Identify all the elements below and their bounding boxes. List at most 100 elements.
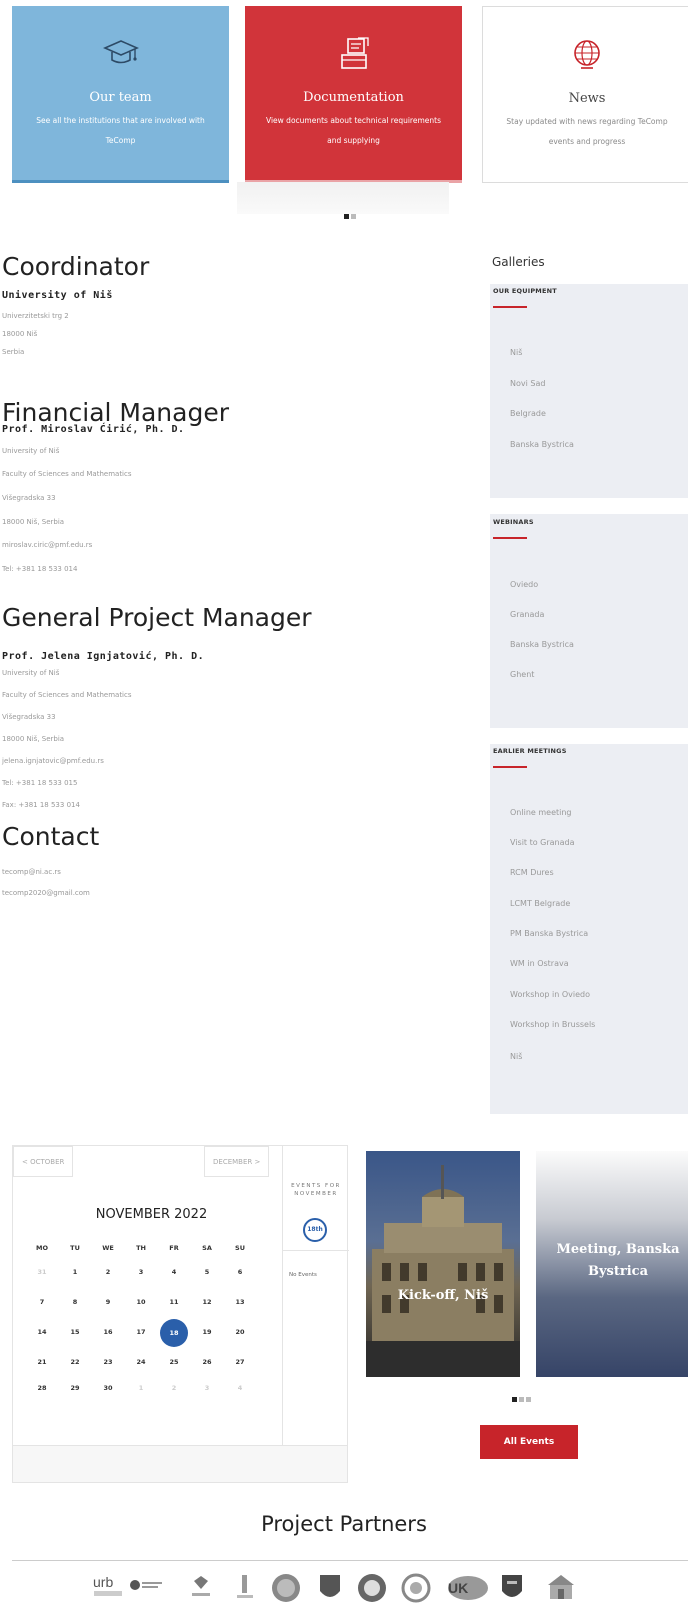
- pagination-dot[interactable]: [519, 1397, 524, 1402]
- calendar-day[interactable]: 28: [29, 1384, 55, 1392]
- gallery-link[interactable]: PM Banska Bystrica: [510, 929, 588, 938]
- calendar-day[interactable]: 23: [95, 1358, 121, 1366]
- calendar-day[interactable]: 30: [95, 1384, 121, 1392]
- card-news[interactable]: News Stay updated with news regarding Te…: [482, 6, 688, 183]
- calendar-day[interactable]: 6: [227, 1268, 253, 1276]
- divider: [283, 1250, 349, 1251]
- crest-logo[interactable]: [188, 1573, 214, 1601]
- prev-month-button[interactable]: < OCTOBER: [13, 1146, 74, 1177]
- calendar-day[interactable]: 14: [29, 1328, 55, 1336]
- pagination-dot[interactable]: [512, 1397, 517, 1402]
- calendar-day[interactable]: 26: [194, 1358, 220, 1366]
- circle-logo[interactable]: [400, 1573, 432, 1603]
- gallery-link[interactable]: Banska Bystrica: [510, 640, 574, 649]
- email-link[interactable]: miroslav.ciric@pmf.edu.rs: [2, 541, 92, 549]
- partners-title: Project Partners: [261, 1512, 427, 1536]
- general-name: Prof. Jelena Ignjatović, Ph. D.: [2, 651, 205, 662]
- no-events-text: No Events: [289, 1272, 317, 1278]
- gallery-link[interactable]: Workshop in Brussels: [510, 1020, 595, 1029]
- gallery-link[interactable]: LCMT Belgrade: [510, 899, 570, 908]
- calendar-day[interactable]: 8: [62, 1298, 88, 1306]
- calendar-day[interactable]: 22: [62, 1358, 88, 1366]
- general-heading: General Project Manager: [2, 603, 312, 632]
- gallery-link[interactable]: Online meeting: [510, 808, 572, 817]
- event-slide-kickoff[interactable]: Kick-off, Niš: [366, 1151, 520, 1377]
- gallery-link[interactable]: Novi Sad: [510, 379, 545, 388]
- events-panel: EVENTS FOR NOVEMBER 18th No Events: [282, 1146, 349, 1446]
- weekday-label: WE: [102, 1244, 114, 1252]
- calendar-day[interactable]: 17: [128, 1328, 154, 1336]
- gallery-section-webinars: WEBINARS Oviedo Granada Banska Bystrica …: [490, 514, 688, 728]
- seal-logo[interactable]: [270, 1573, 302, 1603]
- calendar-day[interactable]: 9: [95, 1298, 121, 1306]
- next-month-button[interactable]: DECEMBER >: [204, 1146, 270, 1177]
- calendar-day[interactable]: 11: [161, 1298, 187, 1306]
- calendar-day[interactable]: 24: [128, 1358, 154, 1366]
- shield-2-logo[interactable]: [500, 1573, 524, 1603]
- gallery-link[interactable]: WM in Ostrava: [510, 959, 569, 968]
- cards-pagination[interactable]: [344, 204, 358, 223]
- calendar-day[interactable]: 20: [227, 1328, 253, 1336]
- calendar-day[interactable]: 1: [128, 1384, 154, 1392]
- gallery-link[interactable]: Niš: [510, 348, 522, 357]
- pagination-dot[interactable]: [351, 214, 356, 219]
- gallery-link[interactable]: Visit to Granada: [510, 838, 575, 847]
- all-events-button[interactable]: All Events: [480, 1425, 578, 1459]
- email-link[interactable]: tecomp@ni.ac.rs: [2, 868, 61, 876]
- calendar-day[interactable]: 5: [194, 1268, 220, 1276]
- gallery-link[interactable]: Ghent: [510, 670, 534, 679]
- calendar-day[interactable]: 31: [29, 1268, 55, 1276]
- round-seal-logo[interactable]: [356, 1573, 388, 1603]
- gallery-link[interactable]: Granada: [510, 610, 544, 619]
- calendar-day[interactable]: 19: [194, 1328, 220, 1336]
- email-link[interactable]: jelena.ignjatovic@pmf.edu.rs: [2, 757, 104, 765]
- pagination-dot[interactable]: [344, 214, 349, 219]
- calendar-day[interactable]: 4: [161, 1268, 187, 1276]
- calendar-day[interactable]: 15: [62, 1328, 88, 1336]
- calendar-day[interactable]: 27: [227, 1358, 253, 1366]
- calendar-footer: [13, 1445, 347, 1482]
- gallery-link[interactable]: Workshop in Oviedo: [510, 990, 590, 999]
- feature-cards: Our team See all the institutions that a…: [12, 6, 688, 183]
- calendar-day[interactable]: 12: [194, 1298, 220, 1306]
- card-title: Documentation: [303, 90, 404, 105]
- calendar-day[interactable]: 1: [62, 1268, 88, 1276]
- gallery-section-label: WEBINARS: [493, 518, 534, 526]
- calendar-day-today[interactable]: 18: [160, 1319, 188, 1347]
- gallery-link[interactable]: Oviedo: [510, 580, 538, 589]
- event-slide-meeting[interactable]: Meeting, Banska Bystrica: [536, 1151, 688, 1377]
- university-logo[interactable]: [129, 1573, 165, 1601]
- pagination-dot[interactable]: [526, 1397, 531, 1402]
- event-calendar: < OCTOBER DECEMBER > NOVEMBER 2022 MO TU…: [12, 1145, 349, 1483]
- email-link[interactable]: tecomp2020@gmail.com: [2, 889, 90, 897]
- calendar-day[interactable]: 4: [227, 1384, 253, 1392]
- calendar-day[interactable]: 3: [128, 1268, 154, 1276]
- gallery-link[interactable]: RCM Dures: [510, 868, 554, 877]
- calendar-day[interactable]: 13: [227, 1298, 253, 1306]
- gallery-link[interactable]: Niš: [510, 1052, 522, 1061]
- card-our-team[interactable]: Our team See all the institutions that a…: [12, 6, 229, 183]
- info-line: Faculty of Sciences and Mathematics: [2, 470, 132, 478]
- calendar-day[interactable]: 2: [161, 1384, 187, 1392]
- urb-logo[interactable]: urb: [92, 1573, 126, 1601]
- contact-heading: Contact: [2, 822, 100, 851]
- section-divider: [493, 306, 527, 308]
- uk-logo[interactable]: UK: [444, 1573, 488, 1603]
- calendar-day[interactable]: 16: [95, 1328, 121, 1336]
- calendar-day[interactable]: 3: [194, 1384, 220, 1392]
- divider: [12, 1560, 688, 1561]
- shield-logo[interactable]: [318, 1573, 342, 1603]
- calendar-day[interactable]: 10: [128, 1298, 154, 1306]
- events-pagination[interactable]: [512, 1387, 533, 1406]
- address-line: Univerzitetski trg 2: [2, 312, 69, 320]
- building-logo[interactable]: [544, 1573, 578, 1603]
- calendar-day[interactable]: 21: [29, 1358, 55, 1366]
- calendar-day[interactable]: 7: [29, 1298, 55, 1306]
- tower-logo[interactable]: [234, 1573, 256, 1601]
- calendar-day[interactable]: 2: [95, 1268, 121, 1276]
- card-documentation[interactable]: Documentation View documents about techn…: [245, 6, 462, 183]
- gallery-link[interactable]: Banska Bystrica: [510, 440, 574, 449]
- calendar-day[interactable]: 29: [62, 1384, 88, 1392]
- calendar-day[interactable]: 25: [161, 1358, 187, 1366]
- gallery-link[interactable]: Belgrade: [510, 409, 546, 418]
